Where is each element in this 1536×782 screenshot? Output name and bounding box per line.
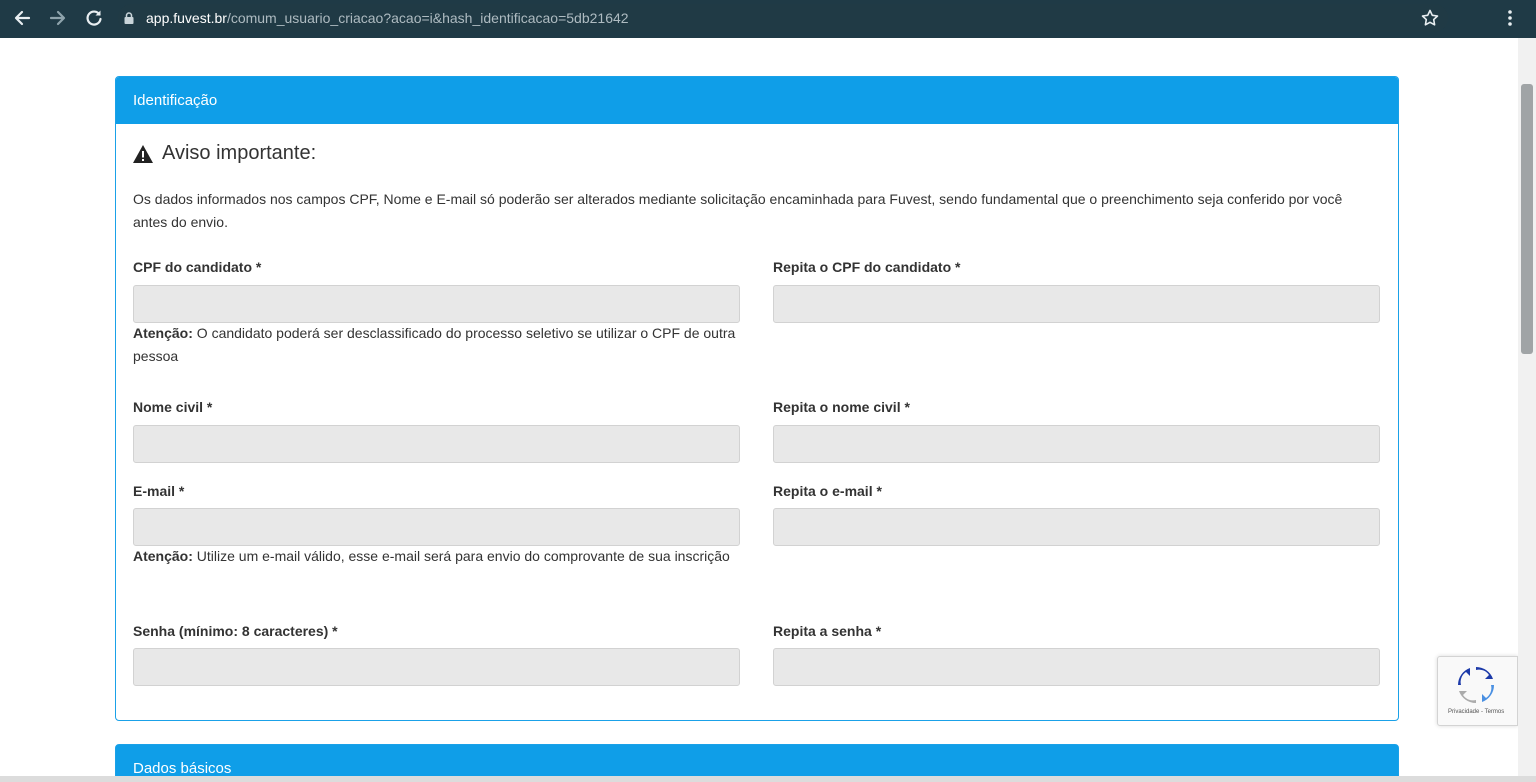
arrow-left-icon — [14, 10, 31, 26]
url-path: /comum_usuario_criacao?acao=i&hash_ident… — [226, 10, 629, 26]
recaptcha-footer[interactable]: Privacidade - Termos — [1448, 709, 1504, 715]
recaptcha-badge[interactable]: Privacidade - Termos — [1437, 656, 1518, 726]
bookmark-button[interactable] — [1416, 4, 1444, 32]
email-help-strong: Atenção: — [133, 548, 193, 564]
reload-icon — [86, 10, 102, 26]
name-input[interactable] — [133, 425, 740, 463]
notice-text: Os dados informados nos campos CPF, Nome… — [133, 191, 1343, 230]
warning-title: Aviso importante: — [132, 142, 316, 165]
email-help: Atenção: Utilize um e-mail válido, esse … — [133, 545, 740, 568]
name-repeat-label: Repita o nome civil * — [773, 399, 910, 415]
warning-title-text: Aviso importante: — [162, 142, 317, 164]
cpf-help-strong: Atenção: — [133, 325, 193, 341]
cpf-help: Atenção: O candidato poderá ser desclass… — [133, 322, 740, 368]
star-icon — [1421, 9, 1439, 26]
password-repeat-input[interactable] — [773, 648, 1380, 686]
cpf-repeat-label: Repita o CPF do candidato * — [773, 259, 961, 275]
email-repeat-input[interactable] — [773, 508, 1380, 546]
email-input[interactable] — [133, 508, 740, 546]
page-viewport: Identificação Aviso importante: Os dados… — [0, 38, 1518, 782]
browser-toolbar: app.fuvest.br/comum_usuario_criacao?acao… — [0, 0, 1536, 38]
kebab-menu-icon — [1508, 10, 1512, 26]
page-scrollbar[interactable] — [1518, 38, 1536, 782]
cpf-label: CPF do candidato * — [133, 259, 262, 275]
name-label: Nome civil * — [133, 399, 213, 415]
email-label: E-mail * — [133, 483, 185, 499]
identification-card: Identificação Aviso importante: Os dados… — [115, 76, 1399, 721]
bottom-edge — [0, 776, 1536, 782]
browser-menu-button[interactable] — [1496, 4, 1524, 32]
reload-button[interactable] — [80, 4, 108, 32]
warning-icon — [133, 144, 153, 163]
email-repeat-label: Repita o e-mail * — [773, 483, 882, 499]
identification-header: Identificação — [116, 77, 1398, 124]
back-button[interactable] — [8, 4, 36, 32]
cpf-help-text: O candidato poderá ser desclassificado d… — [133, 325, 736, 364]
lock-icon — [124, 12, 134, 24]
cpf-repeat-input[interactable] — [773, 285, 1380, 323]
password-label: Senha (mínimo: 8 caracteres) * — [133, 623, 338, 639]
arrow-right-icon — [49, 10, 66, 26]
recaptcha-icon — [1458, 667, 1494, 703]
address-bar[interactable]: app.fuvest.br/comum_usuario_criacao?acao… — [118, 4, 1448, 32]
email-help-text: Utilize um e-mail válido, esse e-mail se… — [192, 548, 730, 564]
url-host: app.fuvest.br — [146, 10, 227, 26]
name-repeat-input[interactable] — [773, 425, 1380, 463]
password-input[interactable] — [133, 648, 740, 686]
cpf-input[interactable] — [133, 285, 740, 323]
password-repeat-label: Repita a senha * — [773, 623, 882, 639]
forward-button[interactable] — [44, 4, 72, 32]
scrollbar-thumb[interactable] — [1521, 84, 1533, 354]
